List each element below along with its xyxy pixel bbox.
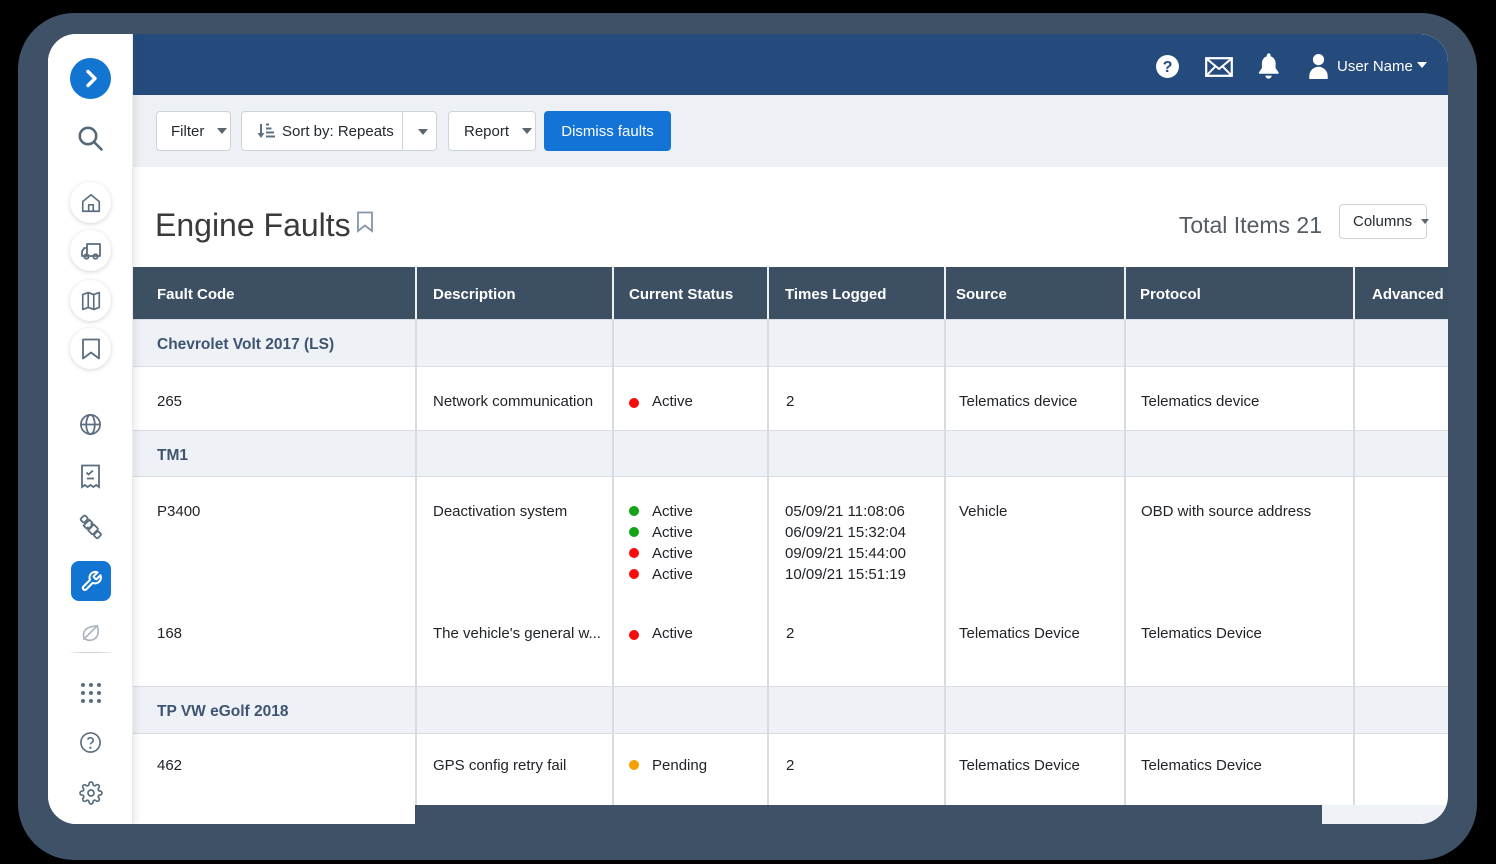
svg-text:?: ?: [1163, 58, 1173, 76]
